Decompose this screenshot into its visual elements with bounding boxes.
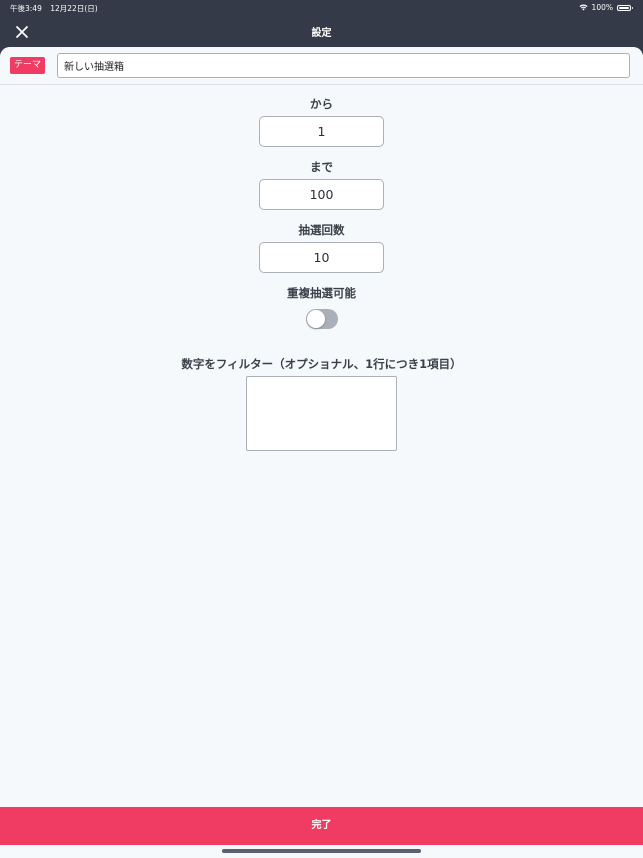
page-title: 設定 — [311, 28, 332, 39]
status-bar: 午後3:49 12月22日(日) 100% — [0, 0, 643, 16]
to-input[interactable] — [259, 179, 384, 210]
duplicate-label: 重複抽選可能 — [287, 286, 356, 300]
theme-name-input[interactable] — [57, 53, 630, 78]
theme-badge: テーマ — [10, 57, 46, 74]
filter-label: 数字をフィルター（オプショナル、1行につき1項目） — [181, 357, 462, 371]
wifi-icon — [579, 4, 588, 11]
nav-bar: 設定 — [0, 16, 643, 48]
battery-icon — [617, 4, 633, 11]
status-date: 12月22日(日) — [50, 4, 98, 13]
duplicate-toggle[interactable] — [306, 309, 338, 329]
draw-count-input[interactable] — [259, 242, 384, 273]
filter-textarea[interactable] — [246, 376, 397, 451]
done-button[interactable]: 完了 — [0, 807, 643, 845]
battery-percent: 100% — [591, 3, 613, 12]
draw-count-label: 抽選回数 — [298, 223, 345, 237]
from-label: から — [310, 97, 333, 111]
from-input[interactable] — [259, 116, 384, 147]
theme-row: テーマ — [0, 47, 643, 85]
home-indicator — [222, 849, 421, 853]
to-label: まで — [310, 160, 333, 174]
status-time: 午後3:49 — [10, 4, 42, 13]
toggle-knob — [307, 310, 325, 328]
settings-sheet: テーマ から まで 抽選回数 重複抽選可能 数字をフィルター（オプショナル、1行… — [0, 47, 643, 858]
